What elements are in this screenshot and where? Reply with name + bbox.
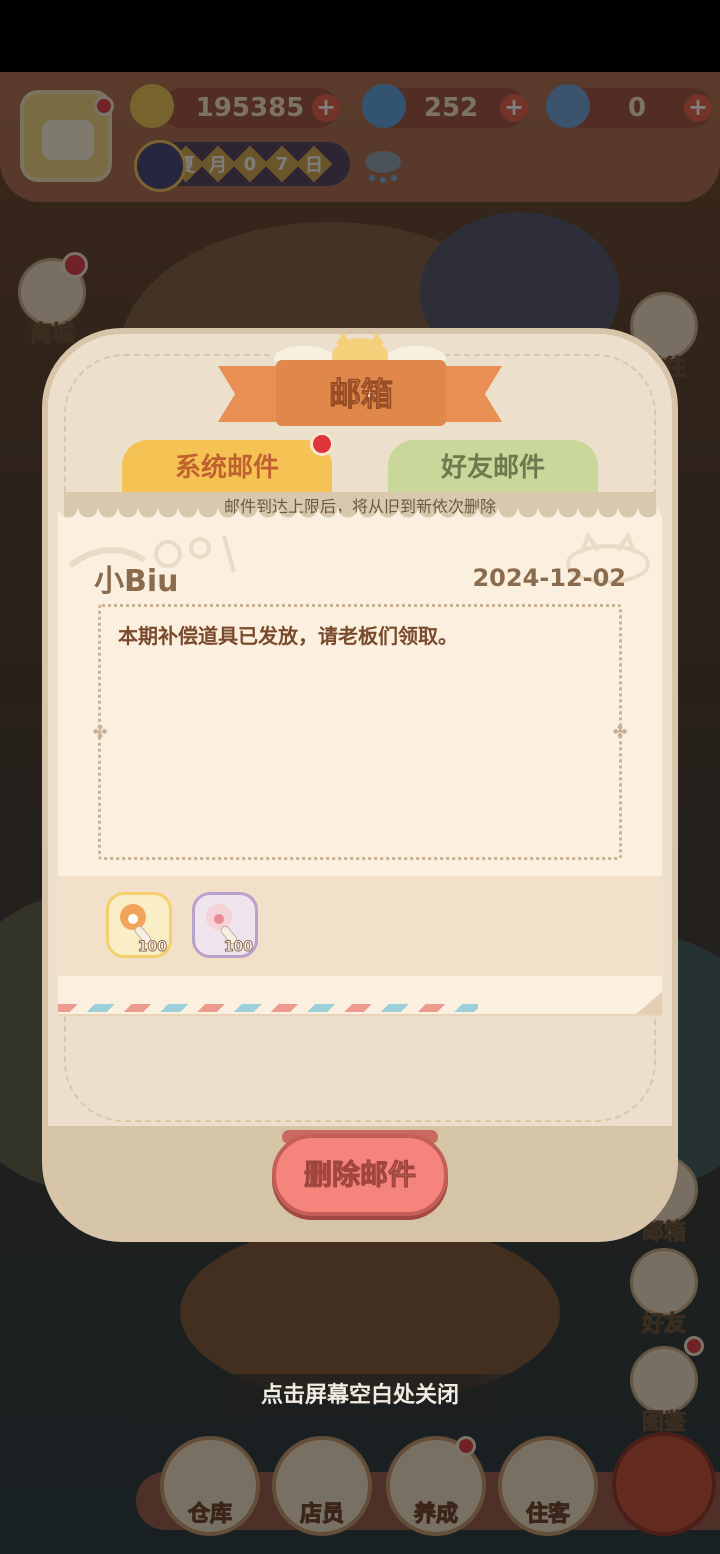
tab-friend-mail[interactable]: 好友邮件 [388,440,598,496]
reward-quantity: 100 [223,939,253,956]
reward-item[interactable]: 100 [106,892,172,958]
mail-sender: 小Biu [94,564,179,599]
reward-quantity: 100 [137,939,167,956]
mail-date: 2024-12-02 [472,564,626,592]
delete-mail-button[interactable]: 删除邮件 [272,1134,448,1216]
tab-label: 系统邮件 [174,453,279,483]
clover-icon: ✤ [612,722,628,743]
close-hint: 点击屏幕空白处关闭 [170,1374,550,1418]
clover-icon: ✤ [92,722,108,743]
mailbox-title: 邮箱 [328,375,393,414]
tab-label: 好友邮件 [440,453,545,483]
reward-item[interactable]: 100 [192,892,258,958]
tab-system-mail[interactable]: 系统邮件 [122,440,332,496]
airmail-stripe [58,1004,478,1012]
letter-scalloped-edge [58,508,662,528]
system-mail-notification-dot [310,432,334,456]
mail-body: 本期补偿道具已发放，请老板们领取。 [118,624,458,648]
